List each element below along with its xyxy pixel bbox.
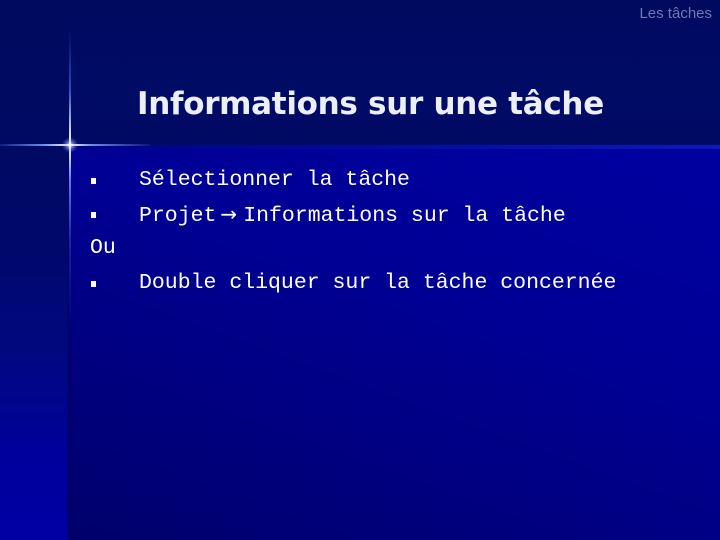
square-bullet-icon [91,178,96,184]
slide: Les tâches Informations sur une tâche Sé… [0,0,720,540]
bullet-list: Sélectionner la tâche Projet → Information… [0,0,720,540]
list-item-text: Sélectionner la tâche [139,168,410,192]
menu-path-information: Informations sur la tâche [243,204,566,228]
list-item-text: Double cliquer sur la tâche concernée [139,271,617,295]
list-item-text: Projet → Informations sur la tâche [139,202,566,228]
separator-text: Ou [90,236,116,260]
square-bullet-icon [91,281,96,287]
square-bullet-icon [91,212,96,218]
menu-path-project: Projet [139,204,217,228]
right-arrow-icon: → [220,202,238,226]
